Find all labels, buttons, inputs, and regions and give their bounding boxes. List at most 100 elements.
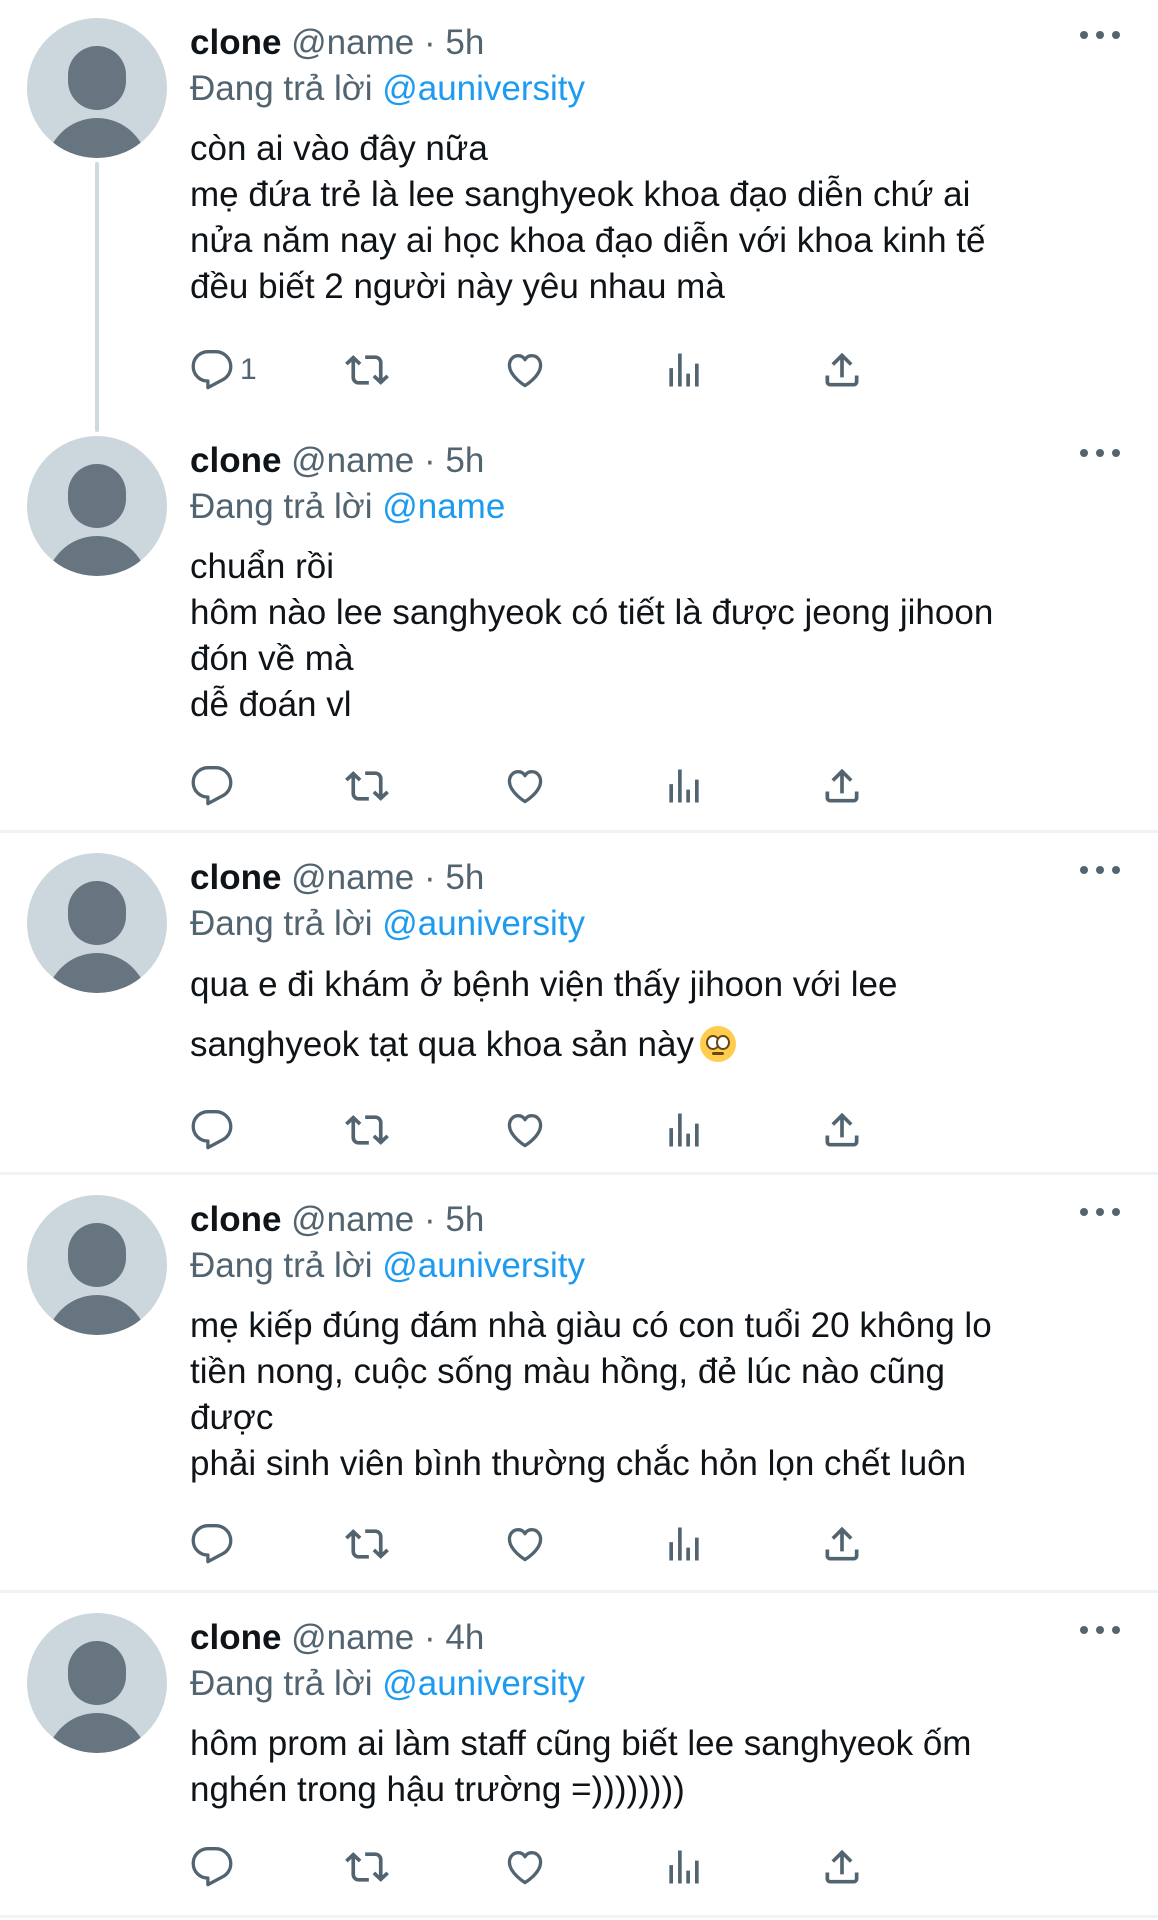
retweet-icon — [345, 1529, 389, 1559]
avatar[interactable] — [27, 1613, 167, 1753]
reply-mention[interactable]: @auniversity — [382, 1246, 585, 1285]
reply-button[interactable] — [190, 1842, 240, 1892]
more-icon[interactable] — [1080, 1197, 1120, 1227]
user-handle[interactable]: @name — [291, 23, 414, 62]
avatar[interactable] — [27, 1195, 167, 1335]
tweet-divider — [0, 1172, 1158, 1175]
share-button[interactable] — [820, 761, 864, 811]
views-button[interactable] — [662, 1105, 706, 1155]
display-name[interactable]: clone — [190, 23, 281, 62]
share-button[interactable] — [820, 1842, 864, 1892]
reply-button[interactable]: 1 — [190, 345, 257, 395]
timestamp[interactable]: 4h — [445, 1618, 484, 1657]
timestamp[interactable]: 5h — [445, 1200, 484, 1239]
timestamp[interactable]: 5h — [445, 441, 484, 480]
tweet[interactable]: clone @name · 5h Đang trả lời @name chuẩ… — [0, 418, 1158, 828]
like-icon — [507, 770, 543, 804]
reply-prefix: Đang trả lời — [190, 1246, 373, 1285]
retweet-icon — [345, 771, 389, 801]
share-icon — [825, 1526, 859, 1561]
like-icon — [507, 1851, 543, 1885]
display-name[interactable]: clone — [190, 1200, 281, 1239]
like-icon — [507, 1114, 543, 1148]
separator-dot: · — [423, 1200, 436, 1239]
tweet-divider — [0, 830, 1158, 833]
reply-button[interactable] — [190, 1105, 240, 1155]
share-icon — [825, 768, 859, 803]
reply-icon — [191, 1524, 233, 1564]
separator-dot: · — [423, 1618, 436, 1657]
retweet-button[interactable] — [345, 1519, 389, 1569]
avatar[interactable] — [27, 18, 167, 158]
views-icon — [669, 769, 699, 803]
like-icon — [507, 1528, 543, 1562]
like-button[interactable] — [503, 345, 547, 395]
retweet-button[interactable] — [345, 345, 389, 395]
display-name[interactable]: clone — [190, 441, 281, 480]
views-button[interactable] — [662, 761, 706, 811]
reply-mention[interactable]: @name — [382, 487, 505, 526]
display-name[interactable]: clone — [190, 858, 281, 897]
tweet-text: qua e đi khám ở bệnh viện thấy jihoon vớ… — [190, 955, 1120, 1075]
retweet-icon — [345, 355, 389, 385]
user-handle[interactable]: @name — [291, 1618, 414, 1657]
user-handle[interactable]: @name — [291, 858, 414, 897]
retweet-icon — [345, 1852, 389, 1882]
face-with-rolling-eyes-icon — [699, 1026, 736, 1062]
views-icon — [669, 1113, 699, 1147]
reply-icon — [191, 1847, 233, 1887]
tweet-text: hôm prom ai làm staff cũng biết lee sang… — [190, 1724, 972, 1809]
user-handle[interactable]: @name — [291, 441, 414, 480]
reply-mention[interactable]: @auniversity — [382, 904, 585, 943]
timestamp[interactable]: 5h — [445, 23, 484, 62]
share-icon — [825, 352, 859, 387]
tweet-text: chuẩn rồi hôm nào lee sanghyeok có tiết … — [190, 547, 994, 724]
avatar[interactable] — [27, 436, 167, 576]
reply-icon — [191, 350, 233, 390]
like-button[interactable] — [503, 761, 547, 811]
tweet-text: còn ai vào đây nữa mẹ đứa trẻ là lee san… — [190, 129, 986, 306]
reply-prefix: Đang trả lời — [190, 487, 373, 526]
share-icon — [825, 1112, 859, 1147]
more-icon[interactable] — [1080, 438, 1120, 468]
views-icon — [669, 353, 699, 387]
tweet[interactable]: clone @name · 5h Đang trả lời @auniversi… — [0, 1177, 1158, 1587]
reply-mention[interactable]: @auniversity — [382, 69, 585, 108]
tweet-divider — [0, 1590, 1158, 1593]
views-button[interactable] — [662, 1519, 706, 1569]
tweet-text: mẹ kiếp đúng đám nhà giàu có con tuổi 20… — [190, 1306, 992, 1483]
user-handle[interactable]: @name — [291, 1200, 414, 1239]
like-icon — [507, 354, 543, 388]
reply-prefix: Đang trả lời — [190, 1664, 373, 1703]
views-button[interactable] — [662, 345, 706, 395]
reply-button[interactable] — [190, 761, 240, 811]
retweet-icon — [345, 1115, 389, 1145]
share-button[interactable] — [820, 1519, 864, 1569]
retweet-button[interactable] — [345, 1105, 389, 1155]
views-icon — [669, 1850, 699, 1884]
more-icon[interactable] — [1080, 855, 1120, 885]
tweet[interactable]: clone @name · 5h Đang trả lời @auniversi… — [0, 0, 1158, 415]
share-button[interactable] — [820, 1105, 864, 1155]
more-icon[interactable] — [1080, 1615, 1120, 1645]
like-button[interactable] — [503, 1105, 547, 1155]
tweet-text-content: qua e đi khám ở bệnh viện thấy jihoon vớ… — [190, 965, 898, 1064]
share-button[interactable] — [820, 345, 864, 395]
reply-mention[interactable]: @auniversity — [382, 1664, 585, 1703]
views-icon — [669, 1527, 699, 1561]
timestamp[interactable]: 5h — [445, 858, 484, 897]
reply-icon — [191, 766, 233, 806]
retweet-button[interactable] — [345, 761, 389, 811]
like-button[interactable] — [503, 1519, 547, 1569]
separator-dot: · — [423, 858, 436, 897]
avatar[interactable] — [27, 853, 167, 993]
retweet-button[interactable] — [345, 1842, 389, 1892]
like-button[interactable] — [503, 1842, 547, 1892]
reply-button[interactable] — [190, 1519, 240, 1569]
more-icon[interactable] — [1080, 20, 1120, 50]
tweet[interactable]: clone @name · 5h Đang trả lời @auniversi… — [0, 835, 1158, 1170]
views-button[interactable] — [662, 1842, 706, 1892]
display-name[interactable]: clone — [190, 1618, 281, 1657]
tweet[interactable]: clone @name · 4h Đang trả lời @auniversi… — [0, 1595, 1158, 1920]
reply-prefix: Đang trả lời — [190, 69, 373, 108]
